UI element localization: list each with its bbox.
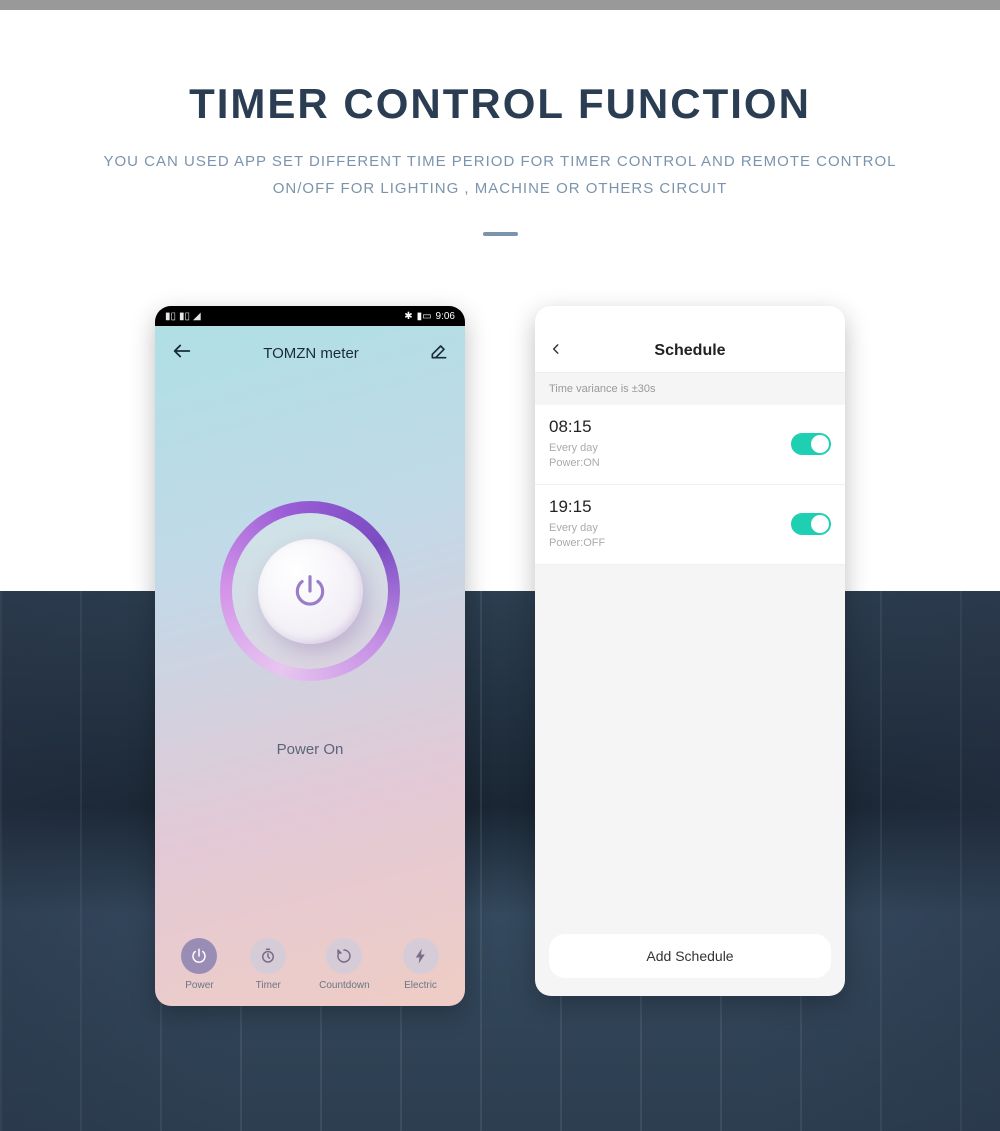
nav-label: Timer: [256, 980, 281, 991]
power-ring: [220, 501, 400, 681]
edit-icon[interactable]: [429, 341, 449, 366]
phone-schedule: Schedule Time variance is ±30s 08:15 Eve…: [535, 306, 845, 996]
schedule-header: Schedule: [535, 330, 845, 373]
power-icon: [181, 938, 217, 974]
top-divider: [0, 0, 1000, 10]
nav-timer[interactable]: Timer: [250, 938, 286, 991]
schedule-toggle[interactable]: [791, 513, 831, 535]
schedule-item[interactable]: 19:15 Every day Power:OFF: [535, 485, 845, 565]
schedule-action: Power:ON: [549, 456, 600, 471]
schedule-repeat: Every day: [549, 441, 600, 456]
battery-icon: ▮▭: [417, 311, 432, 322]
schedule-title: Schedule: [654, 342, 725, 360]
add-schedule-button[interactable]: Add Schedule: [549, 934, 831, 978]
schedule-time: 08:15: [549, 417, 600, 437]
android-status-bar: ▮▯ ▮▯ ◢ ✱ ▮▭ 9:06: [155, 306, 465, 326]
schedule-toggle[interactable]: [791, 433, 831, 455]
schedule-info: 08:15 Every day Power:ON: [549, 417, 600, 472]
ios-status-bar: [535, 306, 845, 330]
back-chevron-icon[interactable]: [549, 339, 563, 364]
signal-icon: ▮▯: [165, 311, 176, 322]
nav-power[interactable]: Power: [181, 938, 217, 991]
wifi-icon: ◢: [193, 311, 201, 322]
electric-icon: [403, 938, 439, 974]
app-header: TOMZN meter: [155, 326, 465, 381]
bottom-nav: Power Timer Countdown Electric: [155, 938, 465, 991]
phone-power-control: ▮▯ ▮▯ ◢ ✱ ▮▭ 9:06 TOMZN meter: [155, 306, 465, 1006]
nav-label: Power: [185, 980, 213, 991]
power-status-label: Power On: [155, 741, 465, 758]
timer-icon: [250, 938, 286, 974]
status-signal-icons: ▮▯ ▮▯ ◢: [165, 311, 201, 322]
nav-label: Electric: [404, 980, 437, 991]
title-underline: [483, 232, 518, 236]
page-subtitle: YOU CAN USED APP SET DIFFERENT TIME PERI…: [100, 148, 900, 202]
schedule-action: Power:OFF: [549, 536, 605, 551]
page-title: TIMER CONTROL FUNCTION: [60, 80, 940, 128]
countdown-icon: [326, 938, 362, 974]
schedule-item[interactable]: 08:15 Every day Power:ON: [535, 405, 845, 485]
power-button-container: [155, 501, 465, 681]
page-header: TIMER CONTROL FUNCTION YOU CAN USED APP …: [0, 10, 1000, 286]
status-right-icons: ✱ ▮▭ 9:06: [404, 311, 455, 322]
nav-countdown[interactable]: Countdown: [319, 938, 370, 991]
back-arrow-icon[interactable]: [171, 340, 193, 367]
time-variance-note: Time variance is ±30s: [535, 373, 845, 405]
nav-label: Countdown: [319, 980, 370, 991]
power-button[interactable]: [258, 539, 363, 644]
schedule-info: 19:15 Every day Power:OFF: [549, 497, 605, 552]
bluetooth-icon: ✱: [404, 311, 412, 322]
schedule-repeat: Every day: [549, 521, 605, 536]
phones-container: ▮▯ ▮▯ ◢ ✱ ▮▭ 9:06 TOMZN meter: [0, 286, 1000, 1006]
schedule-time: 19:15: [549, 497, 605, 517]
nav-electric[interactable]: Electric: [403, 938, 439, 991]
status-time: 9:06: [436, 311, 455, 322]
signal-icon: ▮▯: [179, 311, 190, 322]
app-title: TOMZN meter: [263, 345, 359, 362]
power-icon: [291, 572, 329, 610]
